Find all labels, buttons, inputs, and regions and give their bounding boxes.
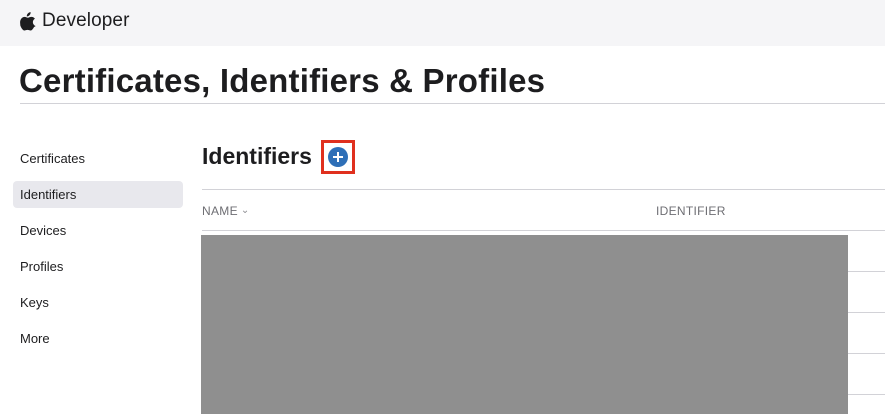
table-row-divider — [848, 271, 885, 272]
section-title: Identifiers — [202, 143, 312, 169]
add-button-highlight — [321, 140, 355, 174]
redacted-table-rows — [201, 235, 848, 414]
sidebar: Certificates Identifiers Devices Profile… — [13, 145, 183, 361]
sidebar-item-keys[interactable]: Keys — [13, 289, 183, 316]
developer-home-link[interactable]: Developer — [20, 9, 130, 33]
column-header-label: IDENTIFIER — [656, 204, 726, 218]
brand-text: Developer — [42, 10, 130, 31]
sidebar-item-label: Keys — [20, 295, 49, 310]
table-row-divider — [848, 353, 885, 354]
plus-circle-icon[interactable] — [328, 147, 348, 167]
page-title: Certificates, Identifiers & Profiles — [19, 62, 546, 99]
sidebar-item-label: Identifiers — [20, 187, 77, 202]
sidebar-item-profiles[interactable]: Profiles — [13, 253, 183, 280]
sidebar-item-label: Profiles — [20, 259, 64, 274]
global-nav-bar: Developer — [0, 0, 885, 46]
sidebar-item-label: More — [20, 331, 50, 346]
table-top-divider — [202, 189, 885, 190]
chevron-down-icon: ⌄ — [240, 205, 250, 216]
title-divider — [20, 103, 885, 104]
sidebar-item-more[interactable]: More — [13, 325, 183, 352]
column-header-identifier[interactable]: IDENTIFIER — [656, 204, 726, 218]
sidebar-item-devices[interactable]: Devices — [13, 217, 183, 244]
sidebar-item-label: Devices — [20, 223, 67, 238]
table-row-divider — [848, 394, 885, 395]
apple-logo-icon — [20, 11, 36, 31]
column-header-name[interactable]: NAME ⌄ — [202, 204, 250, 218]
column-header-label: NAME — [202, 204, 238, 218]
sidebar-item-identifiers[interactable]: Identifiers — [13, 181, 183, 208]
table-header-divider — [202, 230, 885, 231]
sidebar-item-label: Certificates — [20, 151, 86, 166]
table-row-divider — [848, 312, 885, 313]
sidebar-item-certificates[interactable]: Certificates — [13, 145, 183, 172]
